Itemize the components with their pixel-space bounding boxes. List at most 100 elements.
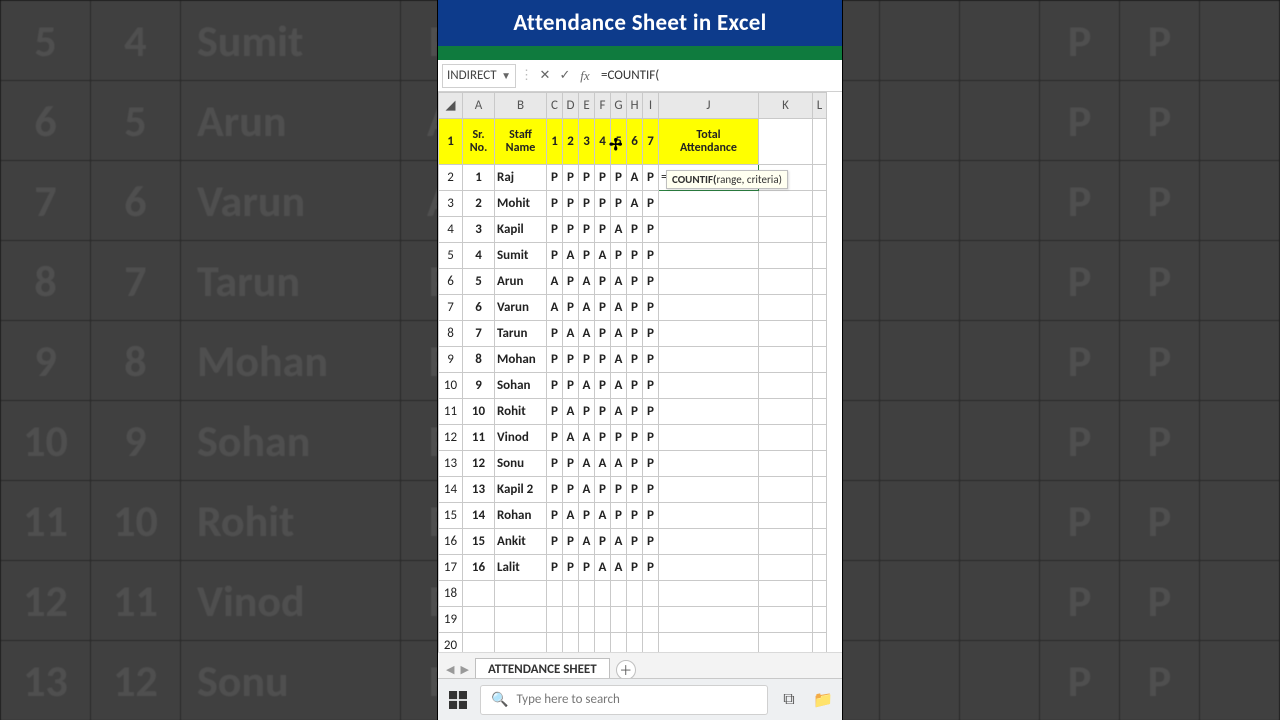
cell-J4[interactable]: [659, 217, 759, 243]
cell-I2[interactable]: P: [643, 165, 659, 191]
cell-F7[interactable]: P: [595, 295, 611, 321]
cell-empty-18-11[interactable]: [813, 581, 827, 607]
cell-A17[interactable]: 16: [463, 555, 495, 581]
cell-empty-18-3[interactable]: [563, 581, 579, 607]
cell-C6[interactable]: A: [547, 269, 563, 295]
cell-K5[interactable]: [759, 243, 813, 269]
cell-J11[interactable]: [659, 399, 759, 425]
cell-empty-20-9[interactable]: [659, 633, 759, 653]
cell-B9[interactable]: Mohan: [495, 347, 547, 373]
cell-G11[interactable]: A: [611, 399, 627, 425]
cell-H5[interactable]: P: [627, 243, 643, 269]
cell-K11[interactable]: [759, 399, 813, 425]
cell-empty-20-2[interactable]: [547, 633, 563, 653]
row-header-4[interactable]: 4: [439, 217, 463, 243]
cell-K7[interactable]: [759, 295, 813, 321]
cell-A11[interactable]: 10: [463, 399, 495, 425]
cell-K17[interactable]: [759, 555, 813, 581]
cell-F8[interactable]: P: [595, 321, 611, 347]
col-header-D[interactable]: D: [563, 93, 579, 119]
cell-C16[interactable]: P: [547, 529, 563, 555]
cell-A2[interactable]: 1: [463, 165, 495, 191]
accept-formula-icon[interactable]: ✓: [557, 68, 573, 83]
cell-B12[interactable]: Vinod: [495, 425, 547, 451]
cell-A7[interactable]: 6: [463, 295, 495, 321]
cell-F11[interactable]: P: [595, 399, 611, 425]
cell-J3[interactable]: [659, 191, 759, 217]
cell-J9[interactable]: [659, 347, 759, 373]
cell-I7[interactable]: P: [643, 295, 659, 321]
cell-A3[interactable]: 2: [463, 191, 495, 217]
cell-empty-19-9[interactable]: [659, 607, 759, 633]
cell-E13[interactable]: A: [579, 451, 595, 477]
cell-empty-19-7[interactable]: [627, 607, 643, 633]
col-header-G[interactable]: G: [611, 93, 627, 119]
cell-B14[interactable]: Kapil 2: [495, 477, 547, 503]
cell-H3[interactable]: A: [627, 191, 643, 217]
cell-L9[interactable]: [813, 347, 827, 373]
cell-L12[interactable]: [813, 425, 827, 451]
col-header-L[interactable]: L: [813, 93, 827, 119]
cell-C11[interactable]: P: [547, 399, 563, 425]
cell-J13[interactable]: [659, 451, 759, 477]
cell-L5[interactable]: [813, 243, 827, 269]
cell-empty-20-10[interactable]: [759, 633, 813, 653]
cell-C10[interactable]: P: [547, 373, 563, 399]
select-all-corner[interactable]: ◢: [439, 93, 463, 119]
task-view-icon[interactable]: ⧉: [776, 690, 802, 709]
cell-F16[interactable]: P: [595, 529, 611, 555]
cell-L4[interactable]: [813, 217, 827, 243]
cell-C13[interactable]: P: [547, 451, 563, 477]
cell-L3[interactable]: [813, 191, 827, 217]
cell-C8[interactable]: P: [547, 321, 563, 347]
cell-B11[interactable]: Rohit: [495, 399, 547, 425]
cell-empty-19-8[interactable]: [643, 607, 659, 633]
row-header-6[interactable]: 6: [439, 269, 463, 295]
cell-E2[interactable]: P: [579, 165, 595, 191]
row-header-10[interactable]: 10: [439, 373, 463, 399]
cell-A8[interactable]: 7: [463, 321, 495, 347]
cell-G8[interactable]: A: [611, 321, 627, 347]
cell-D15[interactable]: A: [563, 503, 579, 529]
cell-D10[interactable]: P: [563, 373, 579, 399]
cell-I13[interactable]: P: [643, 451, 659, 477]
cell-K12[interactable]: [759, 425, 813, 451]
cell-D17[interactable]: P: [563, 555, 579, 581]
cell-F14[interactable]: P: [595, 477, 611, 503]
cell-D6[interactable]: P: [563, 269, 579, 295]
cell-C12[interactable]: P: [547, 425, 563, 451]
cell-empty-20-0[interactable]: [463, 633, 495, 653]
cell-K14[interactable]: [759, 477, 813, 503]
cell-empty-19-6[interactable]: [611, 607, 627, 633]
name-box-dropdown-icon[interactable]: ▼: [501, 69, 511, 82]
cell-H11[interactable]: P: [627, 399, 643, 425]
row-header-18[interactable]: 18: [439, 581, 463, 607]
cell-empty-19-4[interactable]: [579, 607, 595, 633]
cell-empty-18-6[interactable]: [611, 581, 627, 607]
file-explorer-icon[interactable]: 📁: [810, 690, 836, 710]
cell-E14[interactable]: A: [579, 477, 595, 503]
cell-K1[interactable]: [759, 119, 813, 165]
cell-D8[interactable]: A: [563, 321, 579, 347]
cell-I5[interactable]: P: [643, 243, 659, 269]
col-header-J[interactable]: J: [659, 93, 759, 119]
cell-L1[interactable]: [813, 119, 827, 165]
cell-I14[interactable]: P: [643, 477, 659, 503]
cell-A10[interactable]: 9: [463, 373, 495, 399]
cell-E16[interactable]: A: [579, 529, 595, 555]
cell-J14[interactable]: [659, 477, 759, 503]
cell-L17[interactable]: [813, 555, 827, 581]
cell-empty-18-2[interactable]: [547, 581, 563, 607]
cell-A13[interactable]: 12: [463, 451, 495, 477]
cell-F6[interactable]: P: [595, 269, 611, 295]
cell-L15[interactable]: [813, 503, 827, 529]
cell-G6[interactable]: A: [611, 269, 627, 295]
row-header-16[interactable]: 16: [439, 529, 463, 555]
start-button[interactable]: [444, 686, 472, 714]
cell-B6[interactable]: Arun: [495, 269, 547, 295]
cell-F13[interactable]: A: [595, 451, 611, 477]
cell-K8[interactable]: [759, 321, 813, 347]
cell-D11[interactable]: A: [563, 399, 579, 425]
taskbar-search[interactable]: 🔍 Type here to search: [480, 685, 768, 715]
cell-E8[interactable]: A: [579, 321, 595, 347]
